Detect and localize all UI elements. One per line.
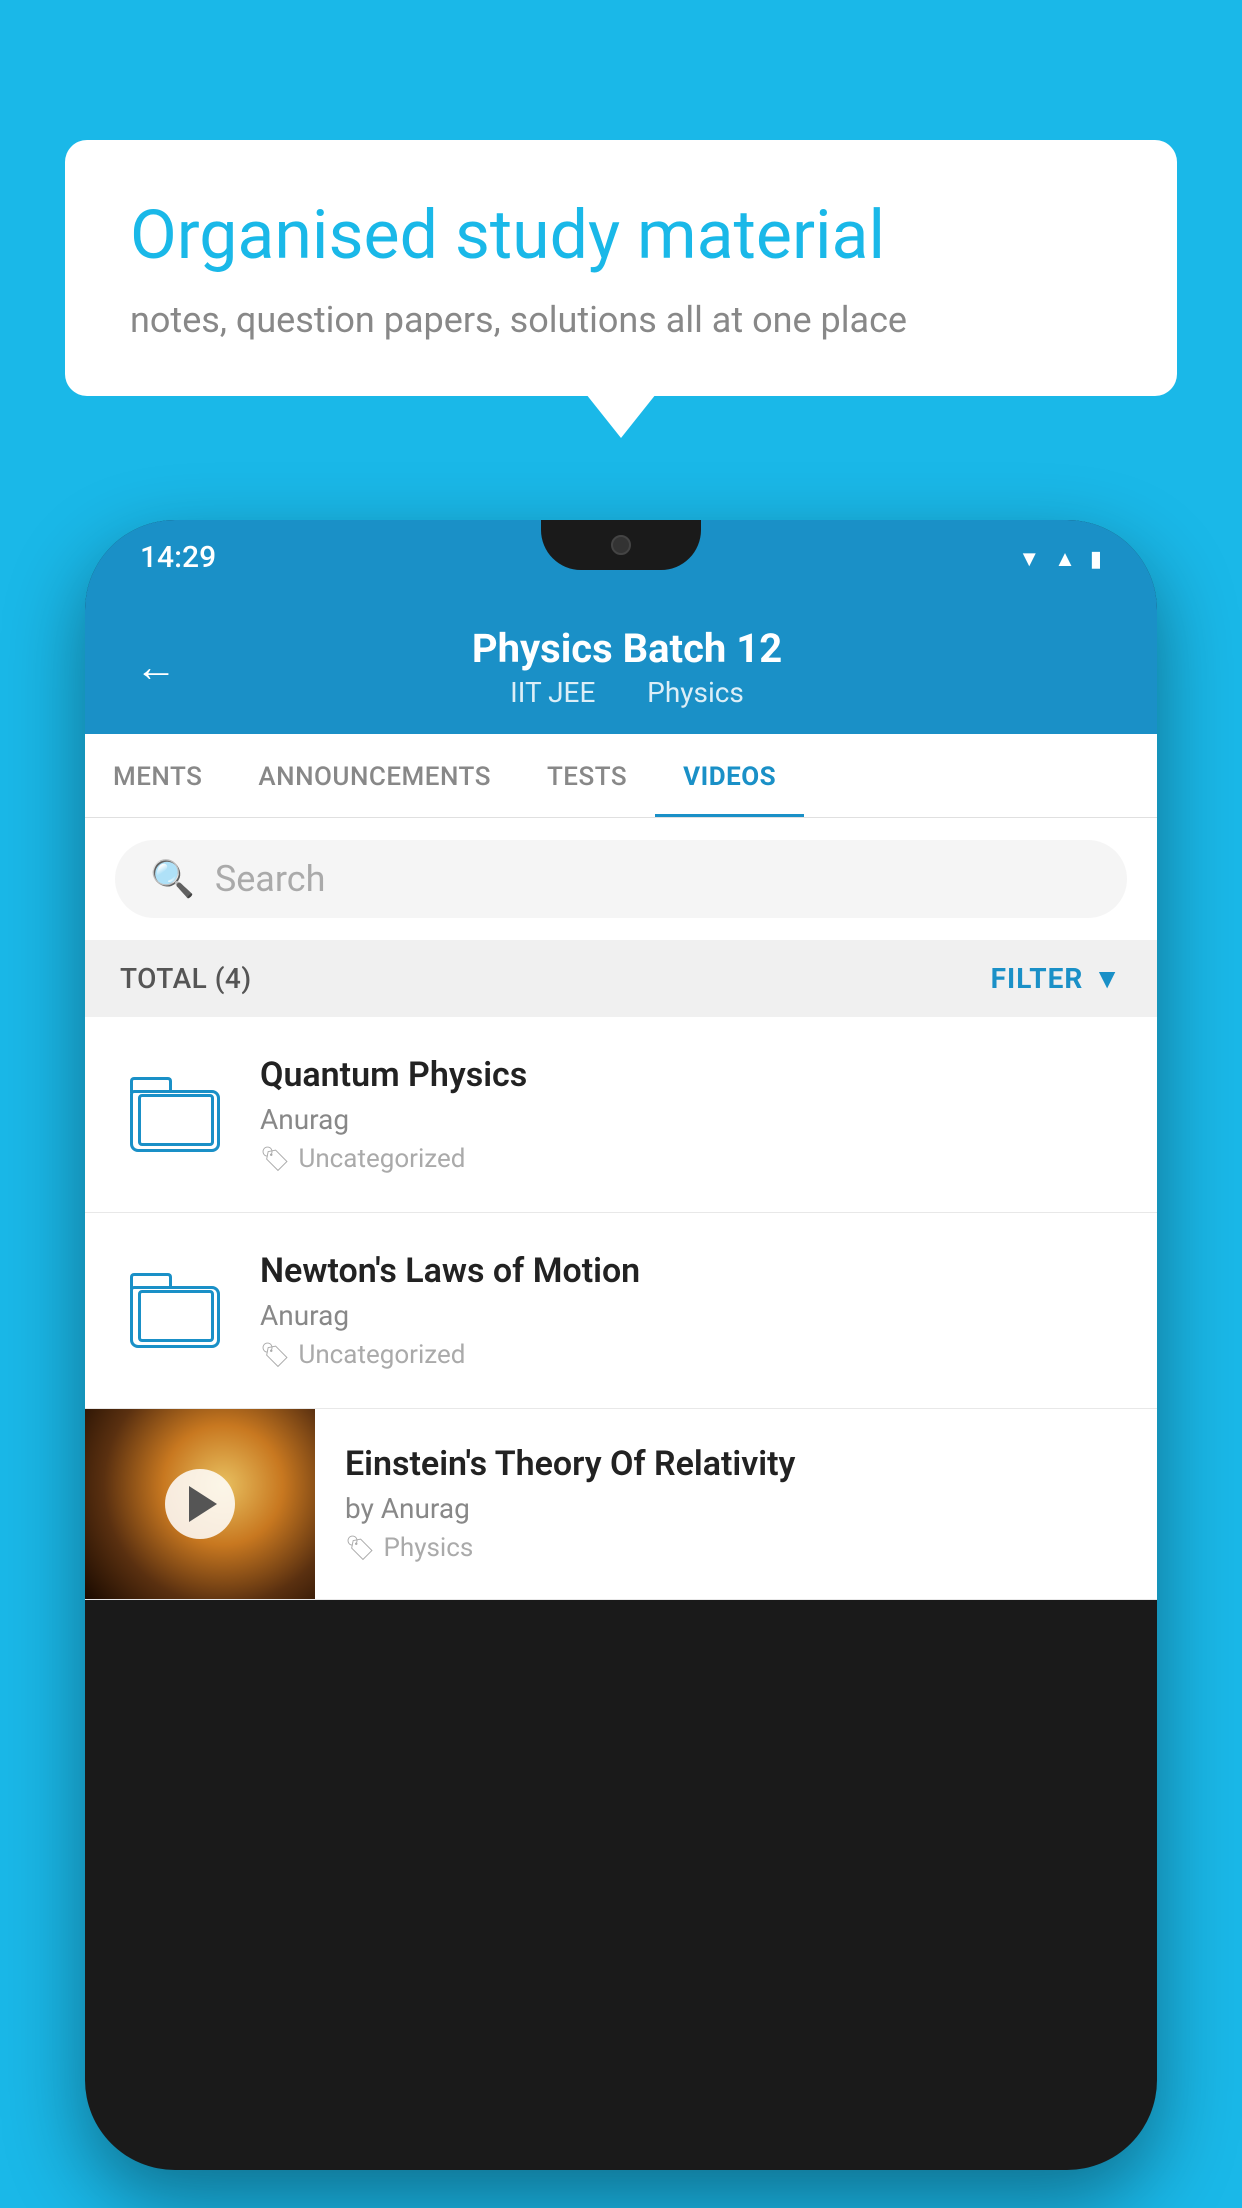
folder-icon: [130, 1077, 220, 1152]
phone-notch: [541, 520, 701, 570]
play-icon: [189, 1486, 217, 1522]
tab-tests[interactable]: TESTS: [519, 734, 655, 817]
tab-ments[interactable]: MENTS: [85, 734, 230, 817]
phone-frame: 14:29 ← Physics Batch 12 IIT JEE Physics…: [85, 520, 1157, 2170]
battery-icon: [1090, 543, 1102, 573]
video-info: Einstein's Theory Of Relativity by Anura…: [315, 1409, 1157, 1588]
video-info: Quantum Physics Anurag 🏷 Uncategorized: [260, 1055, 1122, 1174]
tag-iit-jee: IIT JEE: [510, 676, 595, 709]
list-item[interactable]: Quantum Physics Anurag 🏷 Uncategorized: [85, 1017, 1157, 1213]
filter-button[interactable]: FILTER ▼: [991, 962, 1122, 995]
status-bar: 14:29: [85, 520, 1157, 595]
tag-icon: 🏷: [260, 1145, 290, 1173]
folder-icon-container: [120, 1256, 230, 1366]
list-item[interactable]: Newton's Laws of Motion Anurag 🏷 Uncateg…: [85, 1213, 1157, 1409]
batch-title: Physics Batch 12: [472, 625, 782, 672]
tag-icon: 🏷: [345, 1534, 375, 1562]
bubble-title: Organised study material: [130, 195, 1112, 277]
video-thumbnail: [85, 1409, 315, 1599]
video-title: Einstein's Theory Of Relativity: [345, 1444, 1132, 1484]
signal-icon: [1054, 543, 1076, 573]
search-bar[interactable]: 🔍 Search: [115, 840, 1127, 918]
camera-dot: [611, 535, 631, 555]
folder-front: [138, 1094, 214, 1146]
video-title: Newton's Laws of Motion: [260, 1251, 1122, 1291]
video-tag-row: 🏷 Uncategorized: [260, 1144, 1122, 1174]
video-category: Physics: [383, 1533, 473, 1563]
status-icons: [1018, 543, 1102, 573]
list-item[interactable]: Einstein's Theory Of Relativity by Anura…: [85, 1409, 1157, 1600]
folder-icon: [130, 1273, 220, 1348]
tag-separator: [614, 676, 628, 709]
video-category: Uncategorized: [298, 1144, 465, 1174]
back-button[interactable]: ←: [135, 643, 177, 692]
tag-physics: Physics: [647, 676, 744, 709]
speech-bubble: Organised study material notes, question…: [65, 140, 1177, 396]
wifi-icon: [1018, 543, 1040, 573]
tab-videos[interactable]: VIDEOS: [655, 734, 804, 817]
video-category: Uncategorized: [298, 1340, 465, 1370]
video-tag-row: 🏷 Uncategorized: [260, 1340, 1122, 1370]
status-time: 14:29: [140, 540, 216, 575]
total-count: TOTAL (4): [120, 962, 252, 995]
video-title: Quantum Physics: [260, 1055, 1122, 1095]
tab-announcements[interactable]: ANNOUNCEMENTS: [230, 734, 519, 817]
video-author: by Anurag: [345, 1492, 1132, 1525]
filter-row: TOTAL (4) FILTER ▼: [85, 940, 1157, 1017]
video-info: Newton's Laws of Motion Anurag 🏷 Uncateg…: [260, 1251, 1122, 1370]
play-button[interactable]: [165, 1469, 235, 1539]
filter-label: FILTER: [991, 962, 1084, 995]
folder-icon-container: [120, 1060, 230, 1170]
search-input[interactable]: Search: [215, 858, 326, 900]
filter-funnel-icon: ▼: [1093, 962, 1122, 995]
header-title-group: Physics Batch 12 IIT JEE Physics: [207, 625, 1047, 709]
app-header: ← Physics Batch 12 IIT JEE Physics: [85, 595, 1157, 734]
folder-front: [138, 1290, 214, 1342]
speech-bubble-section: Organised study material notes, question…: [65, 140, 1177, 396]
video-author: Anurag: [260, 1103, 1122, 1136]
video-tag-row: 🏷 Physics: [345, 1533, 1132, 1563]
video-list: Quantum Physics Anurag 🏷 Uncategorized N…: [85, 1017, 1157, 1600]
search-icon: 🔍: [150, 858, 195, 900]
bubble-subtitle: notes, question papers, solutions all at…: [130, 299, 1112, 341]
video-author: Anurag: [260, 1299, 1122, 1332]
search-container: 🔍 Search: [85, 818, 1157, 940]
tag-icon: 🏷: [260, 1341, 290, 1369]
tab-bar: MENTS ANNOUNCEMENTS TESTS VIDEOS: [85, 734, 1157, 818]
batch-tags: IIT JEE Physics: [510, 676, 744, 709]
